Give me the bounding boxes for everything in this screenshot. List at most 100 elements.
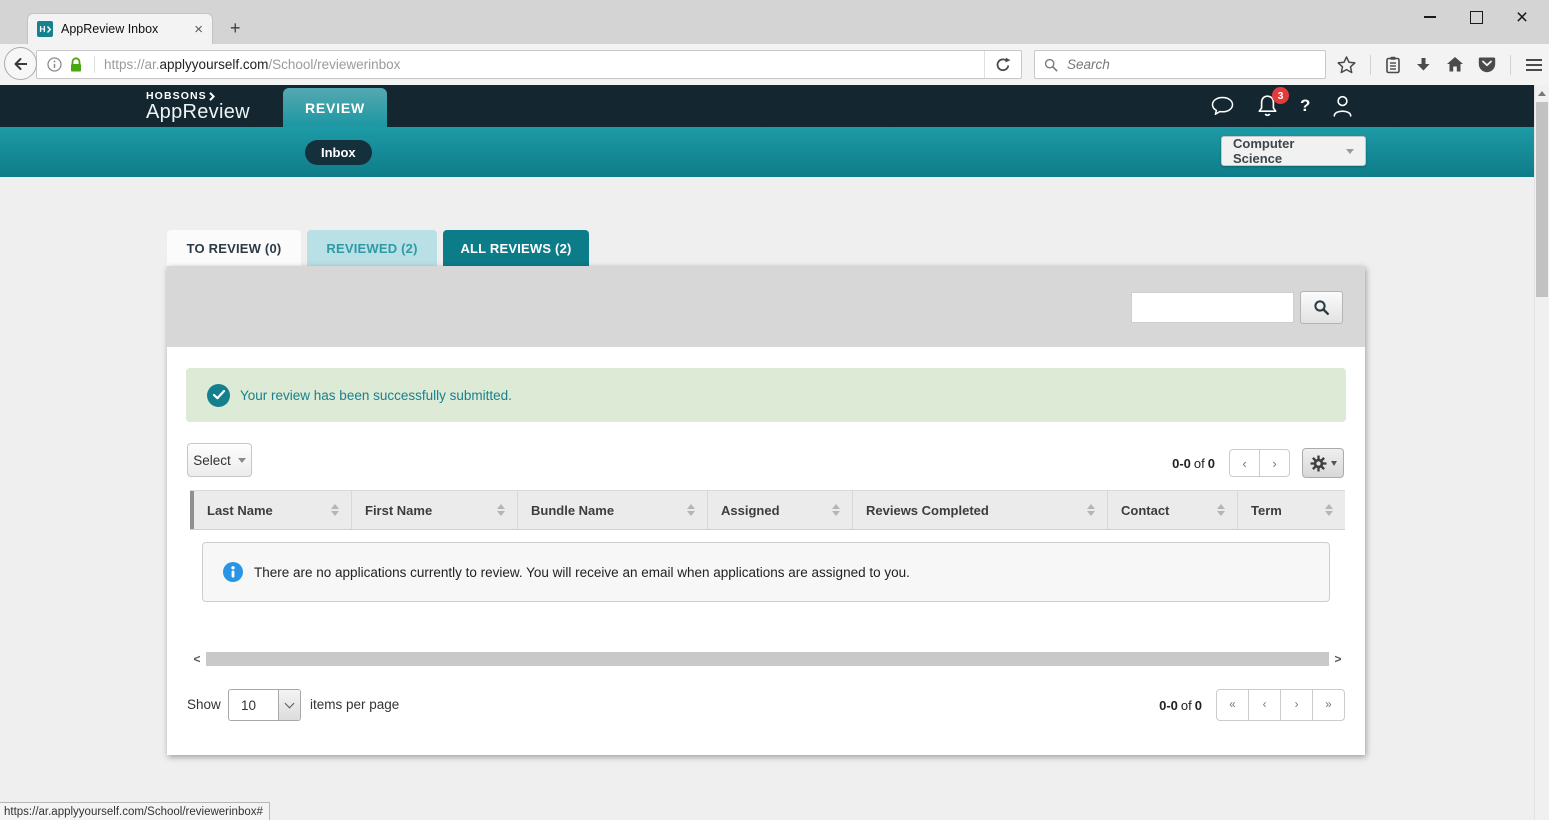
browser-search-input[interactable] (1065, 50, 1325, 79)
bookmark-star-icon[interactable] (1337, 56, 1356, 74)
close-button[interactable]: × (1499, 0, 1545, 34)
sort-icon[interactable] (1325, 504, 1333, 516)
page-size-value: 10 (229, 690, 278, 720)
select-dropdown-label: Select (193, 453, 231, 468)
page-info-icon[interactable] (47, 57, 62, 72)
sort-icon[interactable] (1217, 504, 1225, 516)
tab-to-review[interactable]: TO REVIEW (0) (167, 230, 301, 266)
grid-settings-button[interactable] (1302, 448, 1344, 478)
column-header-reviews-completed[interactable]: Reviews Completed (852, 491, 1107, 529)
home-icon[interactable] (1446, 56, 1464, 73)
column-header-assigned[interactable]: Assigned (707, 491, 852, 529)
review-tabs: TO REVIEW (0) REVIEWED (2) ALL REVIEWS (… (167, 230, 589, 266)
window-controls: × (1407, 0, 1545, 34)
chevron-right-icon (209, 92, 215, 101)
program-selector[interactable]: Computer Science (1221, 136, 1366, 166)
bottom-pagination: « ‹ › » (1216, 689, 1345, 721)
top-pagination: ‹ › (1229, 449, 1290, 477)
tab-reviewed[interactable]: REVIEWED (2) (307, 230, 437, 266)
horizontal-scrollbar-track[interactable] (206, 652, 1329, 666)
tab-close-icon[interactable]: × (194, 22, 203, 37)
last-page-button[interactable]: » (1312, 689, 1345, 721)
gear-icon (1310, 455, 1327, 472)
page-size-select[interactable]: 10 (228, 689, 301, 721)
url-text: https://ar.applyyourself.com/School/revi… (104, 57, 984, 72)
top-pagination-label: 0-0of0 (1107, 456, 1215, 471)
next-page-button[interactable]: › (1259, 449, 1290, 477)
sort-icon[interactable] (1087, 504, 1095, 516)
sort-icon[interactable] (687, 504, 695, 516)
scroll-right-arrow[interactable]: > (1331, 653, 1345, 665)
maximize-button[interactable] (1453, 0, 1499, 34)
browser-window: H AppReview Inbox × + × https://ar.apply… (0, 0, 1549, 820)
column-header-last-name[interactable]: Last Name (194, 491, 351, 529)
info-icon (223, 562, 243, 582)
brand-logo: HOBSONS AppReview (146, 90, 250, 124)
https-lock-icon[interactable] (69, 57, 83, 73)
nav-item-inbox[interactable]: Inbox (305, 140, 372, 165)
minimize-button[interactable] (1407, 0, 1453, 34)
browser-tab[interactable]: H AppReview Inbox × (27, 13, 213, 44)
pocket-icon[interactable] (1478, 56, 1496, 73)
success-check-icon (207, 384, 230, 407)
column-header-first-name[interactable]: First Name (351, 491, 517, 529)
browser-toolbar: https://ar.applyyourself.com/School/revi… (0, 44, 1549, 85)
messages-icon[interactable] (1210, 95, 1235, 117)
new-tab-button[interactable]: + (230, 19, 241, 37)
bottom-pagination-label: 0-0of0 (1067, 698, 1202, 713)
empty-state-text: There are no applications currently to r… (254, 565, 910, 580)
header-icons: 3 ? (1210, 85, 1354, 127)
sort-icon[interactable] (497, 504, 505, 516)
download-icon[interactable] (1415, 57, 1432, 73)
prev-page-button[interactable]: ‹ (1248, 689, 1281, 721)
chevron-down-icon (238, 458, 246, 463)
chevron-down-icon[interactable] (278, 690, 300, 720)
first-page-button[interactable]: « (1216, 689, 1249, 721)
horizontal-scrollbar[interactable]: < > (190, 651, 1345, 666)
nav-tab-review[interactable]: REVIEW (283, 88, 387, 127)
chevron-right-icon (47, 26, 51, 33)
vertical-scrollbar[interactable] (1534, 85, 1549, 820)
search-button[interactable] (1300, 291, 1343, 324)
success-alert: Your review has been successfully submit… (186, 368, 1346, 422)
search-icon (1313, 299, 1330, 316)
show-label: Show (187, 697, 221, 712)
vertical-scrollbar-thumb[interactable] (1536, 102, 1548, 297)
reading-list-icon[interactable] (1385, 56, 1401, 74)
column-header-contact[interactable]: Contact (1107, 491, 1237, 529)
reload-button[interactable] (984, 51, 1021, 78)
url-bar[interactable]: https://ar.applyyourself.com/School/revi… (36, 50, 1022, 79)
maximize-icon (1470, 11, 1483, 24)
appreview-favicon-icon: H (37, 21, 53, 37)
column-header-bundle-name[interactable]: Bundle Name (517, 491, 707, 529)
tab-all-reviews[interactable]: ALL REVIEWS (2) (443, 230, 589, 266)
status-url: https://ar.applyyourself.com/School/revi… (4, 806, 263, 818)
review-search-input[interactable] (1131, 292, 1294, 323)
window-titlebar: H AppReview Inbox × + × (0, 0, 1549, 44)
items-per-page-label: items per page (310, 697, 399, 712)
back-button[interactable] (4, 47, 37, 80)
scroll-up-arrow[interactable] (1538, 91, 1546, 96)
chevron-down-icon (1346, 149, 1354, 154)
status-bar: https://ar.applyyourself.com/School/revi… (0, 802, 270, 820)
sort-icon[interactable] (331, 504, 339, 516)
column-header-term[interactable]: Term (1237, 491, 1345, 529)
sort-icon[interactable] (832, 504, 840, 516)
panel-search-bar (167, 266, 1365, 347)
review-inbox-panel: Your review has been successfully submit… (167, 266, 1365, 755)
success-alert-text: Your review has been successfully submit… (240, 388, 512, 403)
chevron-down-icon (1331, 461, 1337, 466)
toolbar-divider (1370, 55, 1371, 75)
next-page-button[interactable]: › (1280, 689, 1313, 721)
account-icon[interactable] (1331, 94, 1354, 118)
browser-search[interactable] (1034, 50, 1326, 79)
prev-page-button[interactable]: ‹ (1229, 449, 1260, 477)
scroll-left-arrow[interactable]: < (190, 653, 204, 665)
help-icon[interactable]: ? (1300, 96, 1310, 116)
notifications-icon[interactable]: 3 (1256, 94, 1279, 118)
menu-icon[interactable] (1525, 58, 1543, 72)
url-divider (94, 56, 95, 73)
program-selector-label: Computer Science (1233, 136, 1346, 166)
select-dropdown[interactable]: Select (187, 443, 252, 477)
reload-icon (995, 57, 1011, 73)
